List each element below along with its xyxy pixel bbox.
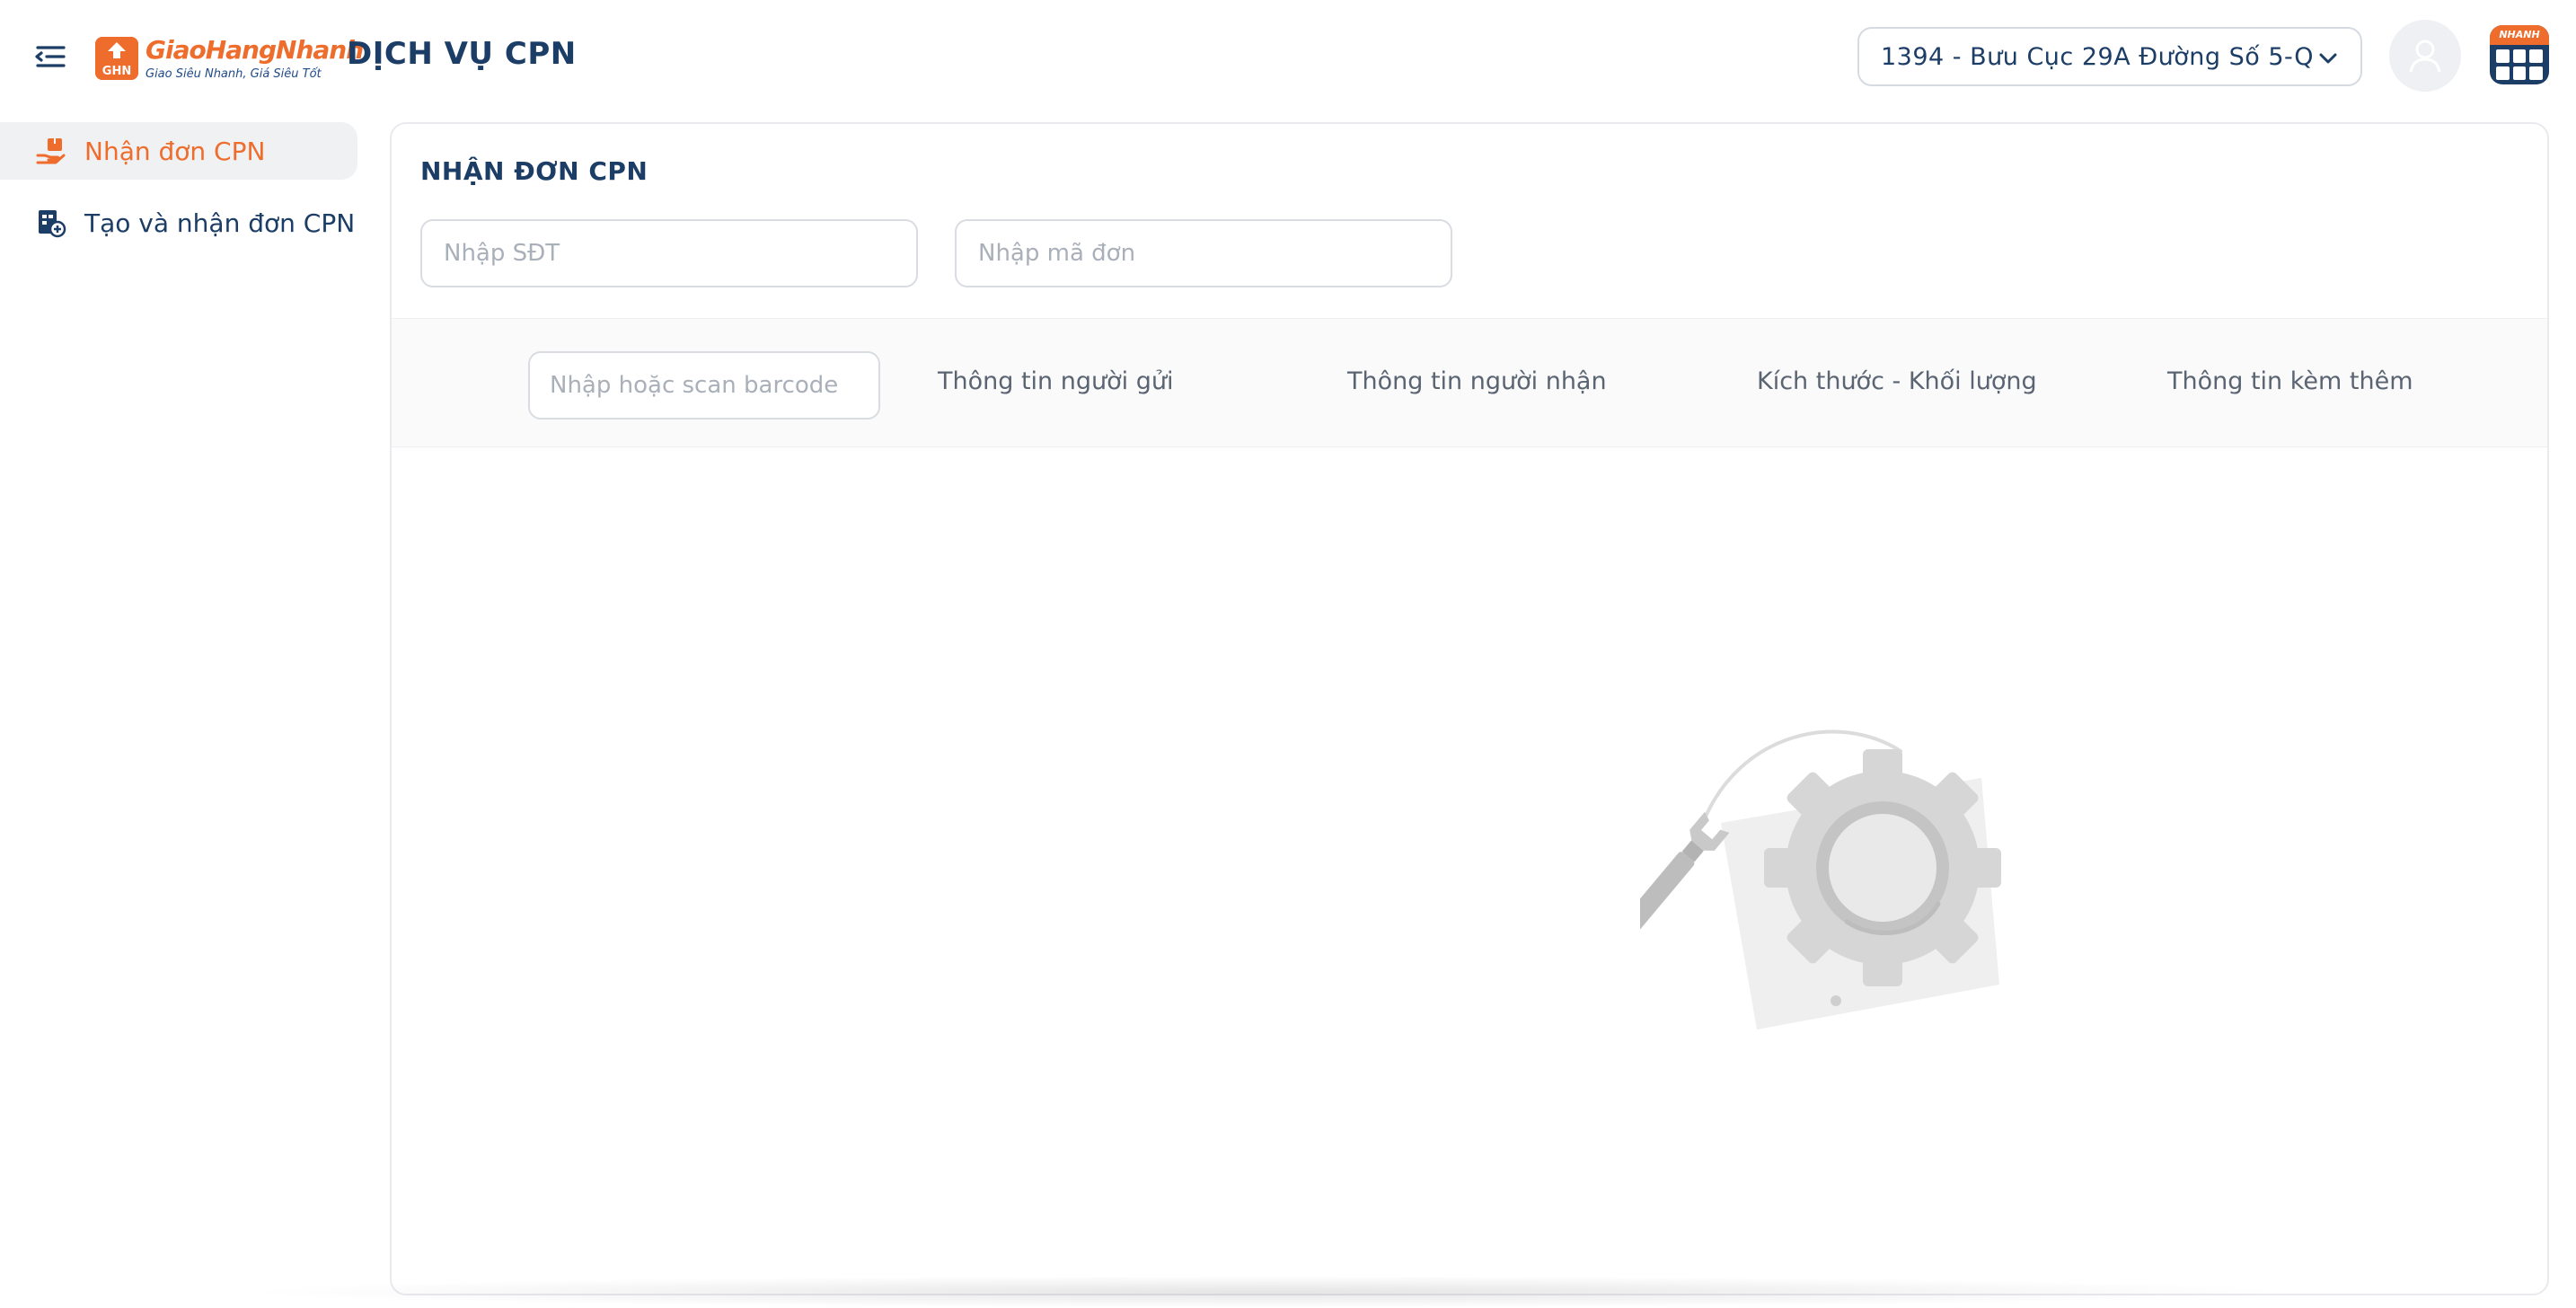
logo-name: GiaoHangNhanh <box>146 34 364 65</box>
sidebar-item-create-order[interactable]: Tạo và nhận đơn CPN <box>0 194 357 252</box>
top-header: GHN GiaoHangNhanh Giao Siêu Nhanh, Giá S… <box>0 0 2576 115</box>
user-avatar[interactable] <box>2389 20 2461 92</box>
table-header: Thông tin người gửi Thông tin người nhận… <box>392 318 2547 447</box>
phone-input[interactable] <box>420 219 918 287</box>
branch-select-value: 1394 - Bưu Cục 29A Đường Số 5-Q.... <box>1881 42 2312 71</box>
column-header-sender: Thông tin người gửi <box>938 367 1174 395</box>
app-title: DỊCH VỤ CPN <box>347 36 577 72</box>
column-header-extra-info: Thông tin kèm thêm <box>2167 367 2413 395</box>
menu-toggle-icon[interactable] <box>27 36 72 77</box>
barcode-input[interactable] <box>528 351 880 420</box>
page-title: NHẬN ĐƠN CPN <box>420 156 648 186</box>
app-grid-icon <box>2496 49 2543 80</box>
sidebar-item-receive-order[interactable]: Nhận đơn CPN <box>0 122 357 180</box>
column-header-size-weight: Kích thước - Khối lượng <box>1757 367 2037 395</box>
bottom-shadow <box>234 1276 2299 1308</box>
order-code-input[interactable] <box>955 219 1452 287</box>
logo-mark-text: GHN <box>102 65 131 78</box>
create-order-icon <box>39 210 66 238</box>
branch-select[interactable]: 1394 - Bưu Cục 29A Đường Số 5-Q.... <box>1857 27 2362 86</box>
app-launcher[interactable]: NHANH <box>2490 25 2549 84</box>
ghn-logo-mark: GHN <box>95 37 138 80</box>
receive-parcel-icon <box>36 138 66 164</box>
column-header-receiver: Thông tin người nhận <box>1347 367 1607 395</box>
maintenance-gear-wrench-icon <box>1640 729 2001 1030</box>
chevron-down-icon <box>2319 53 2337 64</box>
logo-tagline: Giao Siêu Nhanh, Giá Siêu Tốt <box>146 66 322 81</box>
app-launcher-label: NHANH <box>2490 25 2549 45</box>
sidebar-item-label: Nhận đơn CPN <box>84 136 266 166</box>
sidebar-item-label: Tạo và nhận đơn CPN <box>84 208 356 238</box>
sidebar: Nhận đơn CPN Tạo và nhận đơn CPN <box>0 115 368 1308</box>
user-icon <box>2409 40 2441 73</box>
receive-order-panel: NHẬN ĐƠN CPN Thông tin người gửi Thông t… <box>390 122 2549 1295</box>
brand-logo[interactable]: GHN GiaoHangNhanh Giao Siêu Nhanh, Giá S… <box>95 32 364 84</box>
